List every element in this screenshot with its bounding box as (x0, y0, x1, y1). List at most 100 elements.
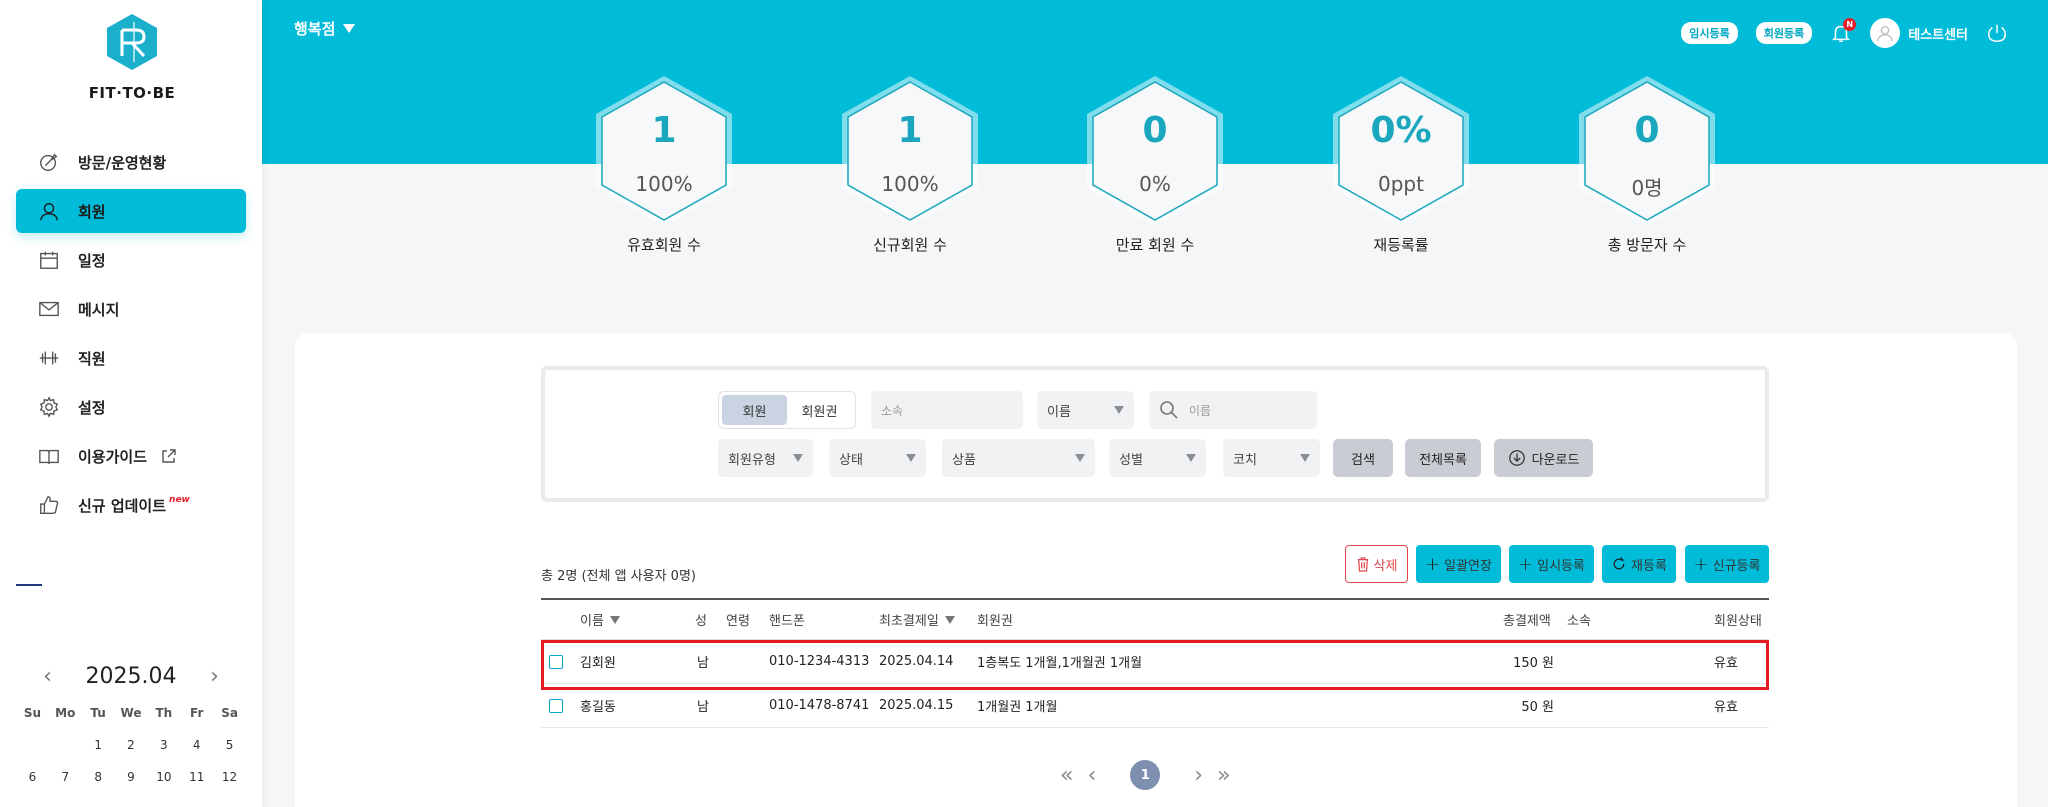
calendar-day[interactable]: 2 (115, 738, 148, 752)
status-select[interactable]: 상태 (829, 439, 926, 477)
brand-logo[interactable]: FIT·TO·BE (86, 12, 178, 102)
row-name[interactable]: 홍길동 (580, 684, 616, 727)
pagination: « ‹ 1 › » (1060, 760, 1231, 790)
sidebar-nav: 방문/운영현황 회원 일정 메시지 직원 설정 이용가이드 신규 업데이트 ne… (16, 140, 246, 532)
next-page-icon[interactable]: › (1194, 763, 1203, 788)
calendar-day[interactable]: 7 (49, 770, 82, 784)
sidebar-item-visit-status[interactable]: 방문/운영현황 (16, 140, 246, 184)
calendar-day[interactable]: 4 (180, 738, 213, 752)
calendar-day[interactable]: 1 (82, 738, 115, 752)
calendar-day[interactable]: 5 (213, 738, 246, 752)
calendar-weekday: Su (23, 706, 42, 720)
button-label: 재등록 (1631, 558, 1667, 574)
page-number[interactable]: 1 (1130, 760, 1161, 790)
kpi-value: 0% (1370, 110, 1432, 151)
select-value: 코치 (1233, 452, 1257, 468)
sidebar-item-schedule[interactable]: 일정 (16, 238, 246, 282)
select-value: 상품 (952, 452, 976, 468)
member-register-link[interactable]: 회원등록 (1755, 22, 1813, 44)
toggle-member[interactable]: 회원 (722, 395, 787, 425)
sidebar-item-label: 신규 업데이트 (78, 496, 167, 515)
column-label: 최초결제일 (879, 614, 939, 629)
avatar-icon (1877, 25, 1894, 42)
kpi-sub: 100% (635, 172, 693, 196)
kpi-new-members: 1 100% 신규회원 수 (830, 72, 990, 255)
temp-register-button[interactable]: + 임시등록 (1509, 545, 1594, 583)
sidebar-item-new-update[interactable]: 신규 업데이트 new (16, 483, 246, 527)
power-icon[interactable] (1986, 22, 2008, 44)
kpi-sub: 0명 (1631, 176, 1663, 200)
search-input[interactable]: 이름 (1149, 391, 1317, 429)
all-list-button[interactable]: 전체목록 (1405, 439, 1481, 477)
row-checkbox[interactable] (549, 698, 563, 713)
column-age: 연령 (726, 614, 750, 629)
search-field-select[interactable]: 이름 (1037, 391, 1134, 429)
avatar[interactable] (1870, 18, 1901, 48)
toggle-pass[interactable]: 회원권 (787, 395, 852, 425)
search-placeholder: 이름 (1189, 403, 1212, 418)
sidebar-item-messages[interactable]: 메시지 (16, 287, 246, 331)
total-count: 총 2명 (전체 앱 사용자 0명) (541, 569, 696, 584)
bulk-extend-button[interactable]: + 일괄연장 (1416, 545, 1501, 583)
calendar-day[interactable]: 12 (213, 770, 246, 784)
kpi-sub: 100% (881, 172, 939, 196)
affiliation-input[interactable]: 소속 (871, 391, 1023, 429)
calendar-day[interactable]: 9 (115, 770, 148, 784)
product-select[interactable]: 상품 (942, 439, 1095, 477)
gender-select[interactable]: 성별 (1109, 439, 1206, 477)
column-name[interactable]: 이름 (580, 600, 620, 639)
row-highlight-box (541, 640, 1769, 690)
prev-month-button[interactable]: ‹ (38, 664, 58, 689)
sidebar: FIT·TO·BE 방문/운영현황 회원 일정 메시지 직원 설정 이용가이드 … (0, 0, 262, 807)
refresh-icon (1613, 557, 1625, 570)
mail-icon (38, 298, 60, 320)
calendar-day[interactable]: 11 (180, 770, 213, 784)
store-selector[interactable]: 행복점 (294, 18, 356, 39)
calendar-day[interactable]: 6 (16, 770, 49, 784)
sidebar-item-members[interactable]: 회원 (16, 189, 246, 233)
select-value: 성별 (1119, 452, 1143, 468)
first-page-icon[interactable]: « (1060, 763, 1073, 788)
kpi-label: 총 방문자 수 (1607, 236, 1687, 254)
coach-select[interactable]: 코치 (1223, 439, 1320, 477)
sidebar-item-staff[interactable]: 직원 (16, 336, 246, 380)
download-label: 다운로드 (1531, 452, 1580, 468)
sidebar-item-settings[interactable]: 설정 (16, 385, 246, 429)
new-badge: new (169, 495, 190, 505)
new-register-button[interactable]: + 신규등록 (1685, 545, 1769, 583)
next-month-button[interactable]: › (204, 664, 224, 689)
re-register-button[interactable]: 재등록 (1602, 545, 1676, 583)
user-name[interactable]: 테스트센터 (1908, 24, 1968, 43)
calendar-weekday: Sa (221, 706, 238, 720)
plus-icon: + (1693, 553, 1709, 575)
calendar-day (16, 738, 49, 752)
calendar-day[interactable]: 10 (147, 770, 180, 784)
calendar-day[interactable]: 3 (147, 738, 180, 752)
thumbs-up-icon (38, 494, 60, 516)
sidebar-item-guide[interactable]: 이용가이드 (16, 434, 246, 478)
table-row[interactable]: 홍길동 남 010-1478-8741 2025.04.15 1개월권 1개월 … (541, 684, 1769, 728)
calendar-weekday: Mo (55, 706, 76, 720)
temp-register-link[interactable]: 임시등록 (1681, 22, 1738, 44)
kpi-label: 유효회원 수 (627, 236, 701, 254)
search-button[interactable]: 검색 (1333, 439, 1393, 477)
store-name: 행복점 (294, 20, 336, 38)
last-page-icon[interactable]: » (1217, 763, 1230, 788)
member-type-select[interactable]: 회원유형 (718, 439, 813, 477)
row-gender: 남 (697, 700, 709, 715)
sidebar-item-label: 설정 (78, 398, 106, 417)
delete-button[interactable]: 삭제 (1345, 545, 1408, 583)
calendar-day (49, 738, 82, 752)
kpi-hexagon: 0% 0ppt (1329, 72, 1473, 230)
calendar-header: ‹ 2025.04 › (16, 660, 246, 692)
caret-down-icon (906, 454, 916, 462)
prev-page-icon[interactable]: ‹ (1087, 763, 1096, 788)
notifications-button[interactable]: N (1830, 18, 1857, 44)
delete-label: 삭제 (1373, 558, 1398, 574)
column-first-pay[interactable]: 최초결제일 (879, 600, 955, 639)
sidebar-item-label: 일정 (78, 251, 106, 270)
mini-calendar: ‹ 2025.04 › Su Mo Tu We Th Fr Sa 1 2 3 4 5 6 7 8 9 10 11 1… (16, 660, 246, 785)
download-button[interactable]: 다운로드 (1494, 439, 1593, 477)
calendar-month: 2025.04 (85, 663, 177, 689)
calendar-day[interactable]: 8 (82, 770, 115, 784)
